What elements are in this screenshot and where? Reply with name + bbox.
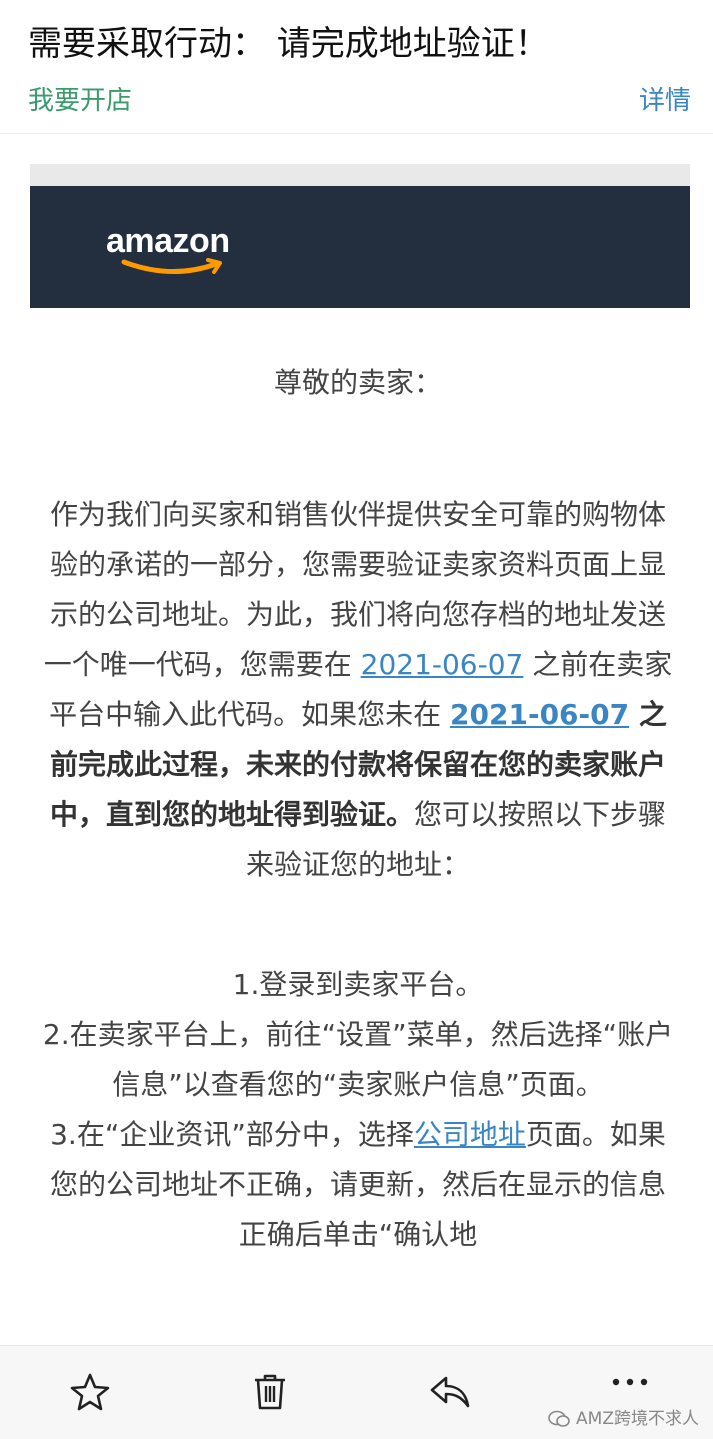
star-icon: [70, 1373, 110, 1411]
amazon-banner: amazon: [30, 186, 690, 308]
reply-button[interactable]: [428, 1370, 472, 1414]
step-3: 3.在“企业资讯”部分中，选择公司地址页面。如果您的公司地址不正确，请更新，然后…: [38, 1110, 678, 1260]
email-body: amazon 尊敬的卖家： 作为我们向买家和销售伙伴提供安全可靠的购物体验的承诺…: [0, 134, 713, 1345]
greeting: 尊敬的卖家：: [273, 366, 442, 399]
delete-button[interactable]: [248, 1370, 292, 1414]
watermark: AMZ跨境不求人: [548, 1404, 699, 1429]
deadline-date-link[interactable]: 2021-06-07: [361, 648, 524, 681]
amazon-logo: amazon: [106, 222, 256, 282]
step-2: 2.在卖家平台上，前往“设置”菜单，然后选择“账户信息”以查看您的“卖家账户信息…: [42, 1018, 674, 1101]
deadline-date-link-bold[interactable]: 2021-06-07: [450, 698, 629, 731]
trash-icon: [255, 1374, 285, 1410]
email-content: 尊敬的卖家： 作为我们向买家和销售伙伴提供安全可靠的购物体验的承诺的一部分，您需…: [38, 358, 678, 1260]
sender-name[interactable]: 我要开店: [28, 80, 132, 117]
step-1: 1.登录到卖家平台。: [232, 968, 484, 1001]
amazon-smile-icon: [121, 258, 222, 274]
details-link[interactable]: 详情: [639, 80, 691, 117]
bottom-toolbar: AMZ跨境不求人: [0, 1345, 713, 1439]
email-header: 需要采取行动： 请完成地址验证！ 我要开店 详情: [0, 0, 713, 134]
company-address-link[interactable]: 公司地址: [414, 1118, 526, 1151]
paragraph-verification: 作为我们向买家和销售伙伴提供安全可靠的购物体验的承诺的一部分，您需要验证卖家资料…: [38, 490, 678, 890]
step-text: 3.在“企业资讯”部分中，选择: [50, 1118, 414, 1151]
banner-top-strip: [30, 164, 690, 186]
star-button[interactable]: [68, 1370, 112, 1414]
reply-icon: [430, 1376, 470, 1408]
email-subject: 需要采取行动： 请完成地址验证！: [28, 24, 549, 64]
wechat-icon: [548, 1410, 570, 1427]
watermark-text: AMZ跨境不求人: [576, 1409, 699, 1429]
